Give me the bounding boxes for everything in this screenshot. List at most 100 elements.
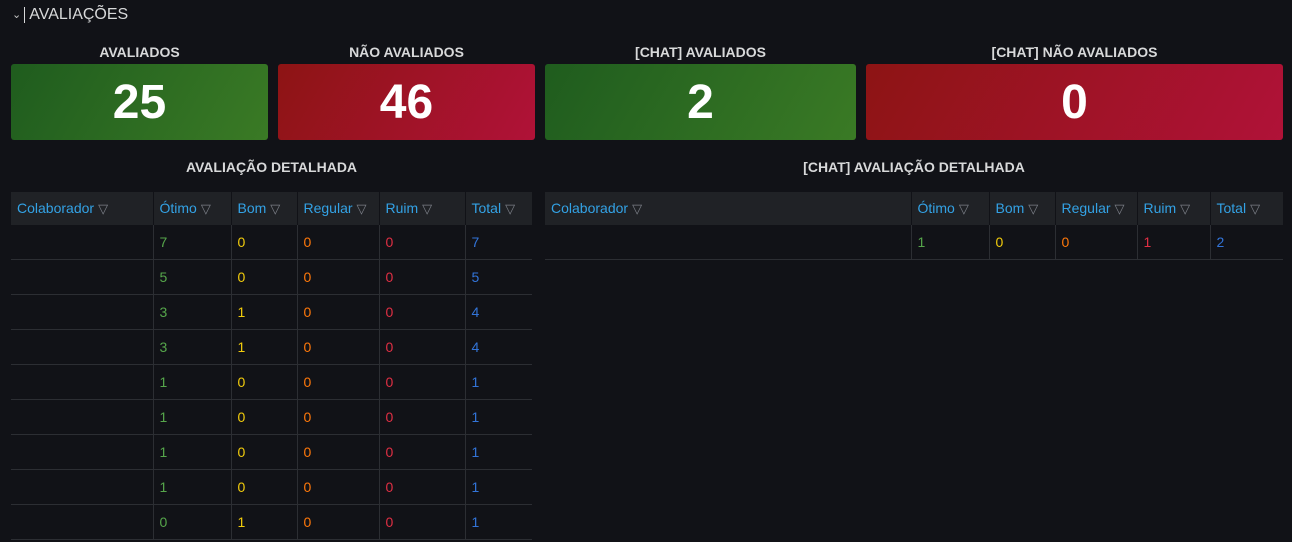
cell-regular: 0 — [297, 225, 380, 260]
column-label: Colaborador — [551, 200, 629, 216]
table-row[interactable]: 10012 — [545, 225, 1283, 260]
cell-ruim: 1 — [1137, 225, 1211, 260]
column-header-bom[interactable]: Bom ▽ — [231, 192, 298, 225]
data-table: Colaborador ▽ Ótimo ▽ Bom ▽ Regular ▽ Ruim ▽ … — [11, 192, 532, 540]
stat-panel-nao-avaliados: NÃO AVALIADOS 46 — [278, 42, 535, 142]
cell-regular: 0 — [297, 294, 380, 330]
filter-icon[interactable]: ▽ — [1250, 201, 1260, 216]
cell-bom: 1 — [231, 294, 298, 330]
cell-ruim: 0 — [379, 434, 466, 470]
stat-value: 46 — [278, 64, 535, 140]
column-header-colaborador[interactable]: Colaborador ▽ — [545, 192, 912, 225]
filter-icon[interactable]: ▽ — [505, 201, 515, 216]
cell-colaborador — [11, 225, 154, 260]
text-cursor — [24, 7, 26, 23]
cell-regular: 0 — [297, 434, 380, 470]
stat-panel-chat-avaliados: [CHAT] AVALIADOS 2 — [545, 42, 856, 142]
filter-icon[interactable]: ▽ — [270, 201, 280, 216]
cell-regular: 0 — [297, 259, 380, 295]
column-label: Colaborador — [17, 200, 95, 216]
table-row[interactable]: 31004 — [11, 329, 532, 365]
table-header-row: Colaborador ▽ Ótimo ▽ Bom ▽ Regular ▽ Ruim ▽ … — [11, 192, 532, 225]
column-header-ruim[interactable]: Ruim ▽ — [379, 192, 466, 225]
cell-total: 1 — [465, 434, 532, 470]
cell-colaborador — [545, 225, 912, 260]
panel-title: NÃO AVALIADOS — [349, 44, 464, 60]
filter-icon[interactable]: ▽ — [632, 201, 642, 216]
column-header-bom[interactable]: Bom ▽ — [989, 192, 1056, 225]
cell-colaborador — [11, 399, 154, 435]
filter-icon[interactable]: ▽ — [201, 201, 211, 216]
column-label: Ruim — [385, 200, 419, 216]
filter-icon[interactable]: ▽ — [1180, 201, 1190, 216]
column-header-total[interactable]: Total ▽ — [1210, 192, 1283, 225]
stat-panel-avaliados: AVALIADOS 25 — [11, 42, 268, 142]
table-row[interactable]: 10001 — [11, 469, 532, 505]
cell-regular: 0 — [297, 329, 380, 365]
stat-value: 0 — [866, 64, 1283, 140]
column-header-total[interactable]: Total ▽ — [465, 192, 532, 225]
cell-bom: 0 — [989, 225, 1056, 260]
cell-otimo: 1 — [153, 469, 232, 505]
panel-title: AVALIADOS — [99, 44, 180, 60]
cell-regular: 0 — [1055, 225, 1138, 260]
cell-ruim: 0 — [379, 364, 466, 400]
column-header-otimo[interactable]: Ótimo ▽ — [153, 192, 232, 225]
panel-title: [CHAT] NÃO AVALIADOS — [991, 44, 1158, 60]
chevron-down-icon[interactable]: ⌄ — [12, 8, 21, 21]
cell-otimo: 1 — [153, 399, 232, 435]
table-row[interactable]: 10001 — [11, 399, 532, 435]
table-row[interactable]: 10001 — [11, 434, 532, 470]
column-header-otimo[interactable]: Ótimo ▽ — [911, 192, 990, 225]
cell-ruim: 0 — [379, 225, 466, 260]
cell-otimo: 1 — [911, 225, 990, 260]
cell-total: 1 — [465, 364, 532, 400]
filter-icon[interactable]: ▽ — [422, 201, 432, 216]
data-table: Colaborador ▽ Ótimo ▽ Bom ▽ Regular ▽ Ruim ▽ … — [545, 192, 1283, 260]
cell-ruim: 0 — [379, 399, 466, 435]
cell-colaborador — [11, 504, 154, 540]
stat-value: 2 — [545, 64, 856, 140]
cell-bom: 0 — [231, 469, 298, 505]
panel-title: AVALIAÇÃO DETALHADA — [185, 159, 358, 175]
column-header-colaborador[interactable]: Colaborador ▽ — [11, 192, 154, 225]
panel-title: [CHAT] AVALIAÇÃO DETALHADA — [803, 159, 1025, 175]
filter-icon[interactable]: ▽ — [1115, 201, 1125, 216]
table-row[interactable]: 10001 — [11, 364, 532, 400]
filter-icon[interactable]: ▽ — [98, 201, 108, 216]
cell-ruim: 0 — [379, 329, 466, 365]
stat-panel-chat-nao-avaliados: [CHAT] NÃO AVALIADOS 0 — [866, 42, 1283, 142]
row-header-avaliacoes[interactable]: ⌄ AVALIAÇÕES — [12, 4, 128, 26]
column-header-ruim[interactable]: Ruim ▽ — [1137, 192, 1211, 225]
cell-bom: 1 — [231, 329, 298, 365]
cell-total: 4 — [465, 329, 532, 365]
column-label: Ruim — [1143, 200, 1177, 216]
table-header-row: Colaborador ▽ Ótimo ▽ Bom ▽ Regular ▽ Ruim ▽ … — [545, 192, 1283, 225]
cell-bom: 0 — [231, 225, 298, 260]
column-label: Regular — [1061, 200, 1111, 216]
panel-title: [CHAT] AVALIADOS — [635, 44, 766, 60]
cell-total: 1 — [465, 504, 532, 540]
filter-icon[interactable]: ▽ — [1028, 201, 1038, 216]
cell-otimo: 1 — [153, 364, 232, 400]
column-label: Bom — [995, 200, 1025, 216]
column-header-regular[interactable]: Regular ▽ — [297, 192, 380, 225]
filter-icon[interactable]: ▽ — [959, 201, 969, 216]
cell-total: 2 — [1210, 225, 1283, 260]
cell-regular: 0 — [297, 469, 380, 505]
cell-bom: 0 — [231, 364, 298, 400]
cell-colaborador — [11, 434, 154, 470]
cell-otimo: 5 — [153, 259, 232, 295]
column-label: Ótimo — [917, 200, 955, 216]
table-row[interactable]: 70007 — [11, 225, 532, 260]
cell-otimo: 3 — [153, 294, 232, 330]
column-label: Ótimo — [159, 200, 197, 216]
table-row[interactable]: 31004 — [11, 294, 532, 330]
cell-colaborador — [11, 294, 154, 330]
column-header-regular[interactable]: Regular ▽ — [1055, 192, 1138, 225]
column-label: Total — [471, 200, 502, 216]
table-row[interactable]: 01001 — [11, 504, 532, 540]
table-row[interactable]: 50005 — [11, 259, 532, 295]
column-label: Total — [1216, 200, 1247, 216]
filter-icon[interactable]: ▽ — [357, 201, 367, 216]
